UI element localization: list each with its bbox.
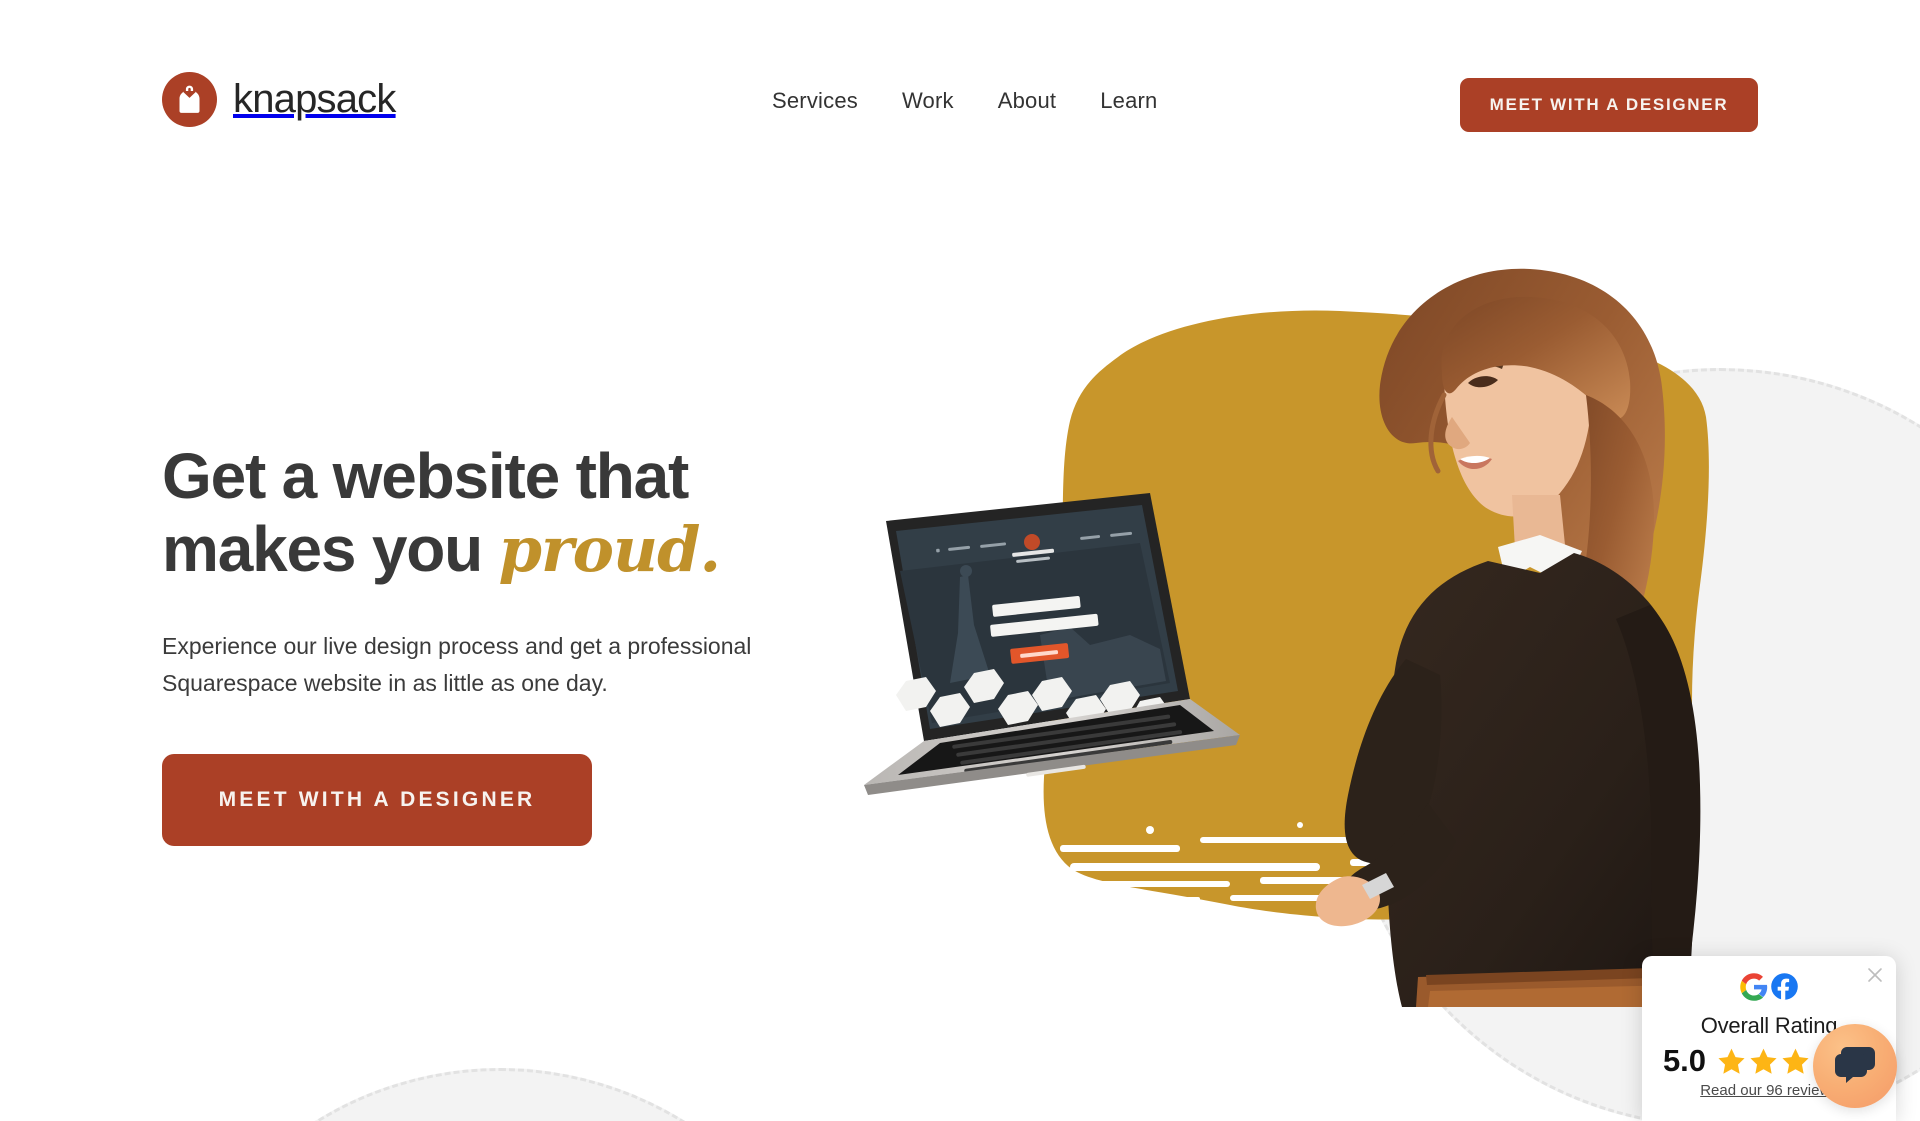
decorative-dashed-circle-left [150, 1068, 850, 1121]
hero-subheadline: Experience our live design process and g… [162, 632, 752, 697]
star-icon [1718, 1048, 1745, 1074]
star-icon [1782, 1048, 1809, 1074]
hero-image [864, 255, 1920, 1007]
close-icon[interactable] [1866, 966, 1884, 984]
brand-logo-link[interactable]: knapsack [162, 72, 396, 127]
chat-widget-button[interactable] [1813, 1024, 1897, 1108]
nav-item-learn[interactable]: Learn [1100, 88, 1157, 114]
headline-line-1: Get a website that [162, 440, 689, 512]
facebook-icon [1770, 972, 1799, 1006]
main-navigation: Services Work About Learn [772, 88, 1157, 114]
nav-item-about[interactable]: About [998, 88, 1057, 114]
hero-meet-designer-button[interactable]: MEET WITH A DESIGNER [162, 754, 592, 847]
headline-line-2-plain: makes you [162, 512, 499, 585]
headline-accent-word: proud. [498, 512, 721, 586]
hero-content: Get a website that makes you proud. Expe… [162, 440, 922, 847]
star-icon [1750, 1048, 1777, 1074]
chat-bubble-icon [1833, 1045, 1877, 1088]
google-icon [1739, 972, 1769, 1007]
review-source-logos [1642, 972, 1896, 1006]
page-title: Get a website that makes you proud. [162, 440, 922, 586]
person-photo [1230, 255, 1790, 1007]
header-meet-designer-button[interactable]: MEET WITH A DESIGNER [1460, 78, 1758, 132]
nav-item-work[interactable]: Work [902, 88, 954, 114]
landing-page: knapsack Services Work About Learn MEET … [0, 0, 1920, 1121]
knapsack-icon [162, 72, 217, 127]
review-score: 5.0 [1662, 1043, 1707, 1078]
brand-name: knapsack [233, 77, 396, 121]
site-header: knapsack Services Work About Learn MEET … [0, 0, 1920, 166]
nav-item-services[interactable]: Services [772, 88, 858, 114]
